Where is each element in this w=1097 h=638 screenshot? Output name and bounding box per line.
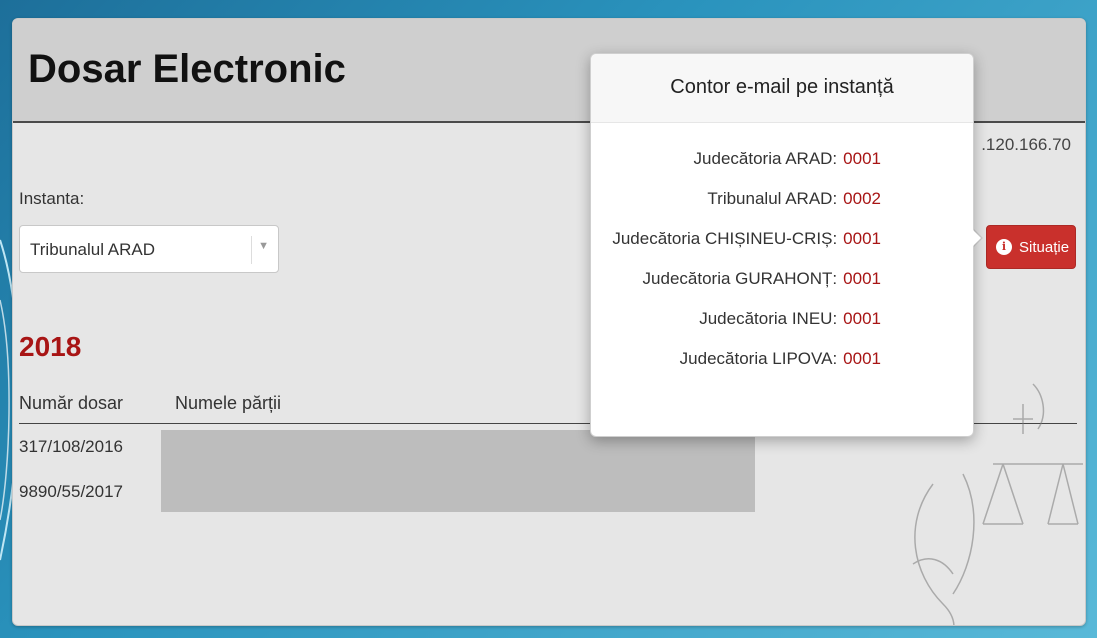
court-count-row: Judecătoria GURAHONȚ: 0001 xyxy=(643,269,881,289)
page-title: Dosar Electronic xyxy=(28,47,346,91)
court-name: Judecătoria INEU: xyxy=(699,309,838,328)
court-name: Judecătoria ARAD: xyxy=(693,149,838,168)
court-count: 0002 xyxy=(843,189,881,208)
court-count-row: Judecătoria INEU: 0001 xyxy=(699,309,881,329)
caret-down-icon: ▼ xyxy=(258,240,269,252)
select-divider xyxy=(251,236,252,264)
court-count: 0001 xyxy=(843,309,881,328)
table-row-numar[interactable]: 9890/55/2017 xyxy=(19,482,123,502)
info-circle-icon: i xyxy=(996,239,1012,255)
court-count-row: Judecătoria LIPOVA: 0001 xyxy=(680,349,881,369)
instanta-select-value: Tribunalul ARAD xyxy=(30,240,156,259)
instanta-label: Instanta: xyxy=(19,189,85,208)
court-name: Judecătoria CHIȘINEU-CRIȘ: xyxy=(612,229,838,248)
column-header-numar: Număr dosar xyxy=(19,393,124,413)
ip-address: .120.166.70 xyxy=(981,135,1071,154)
popover-title: Contor e-mail pe instanță xyxy=(670,76,894,98)
situatie-button-label: Situație xyxy=(1019,239,1070,256)
court-name: Judecătoria GURAHONȚ: xyxy=(642,269,838,288)
email-counter-popover: Contor e-mail pe instanță Judecătoria AR… xyxy=(590,53,974,437)
court-count-row: Tribunalul ARAD: 0002 xyxy=(707,189,881,209)
popover-header: Contor e-mail pe instanță xyxy=(591,54,973,123)
situatie-button[interactable]: i Situație xyxy=(986,225,1076,269)
court-count-row: Judecătoria ARAD: 0001 xyxy=(694,149,881,169)
table-row-numar[interactable]: 317/108/2016 xyxy=(19,437,123,457)
redacted-party-names xyxy=(161,430,755,512)
court-count: 0001 xyxy=(843,349,881,368)
court-count-row: Judecătoria CHIȘINEU-CRIȘ: 0001 xyxy=(612,229,881,249)
instanta-select[interactable]: Tribunalul ARAD ▼ xyxy=(19,225,279,273)
column-header-parti: Numele părții xyxy=(175,393,282,413)
year-heading: 2018 xyxy=(19,331,82,362)
court-count: 0001 xyxy=(843,149,881,168)
court-count: 0001 xyxy=(843,229,881,248)
court-name: Judecătoria LIPOVA: xyxy=(679,349,838,368)
court-name: Tribunalul ARAD: xyxy=(707,189,838,208)
popover-arrow-fill xyxy=(970,227,981,249)
court-count: 0001 xyxy=(843,269,881,288)
